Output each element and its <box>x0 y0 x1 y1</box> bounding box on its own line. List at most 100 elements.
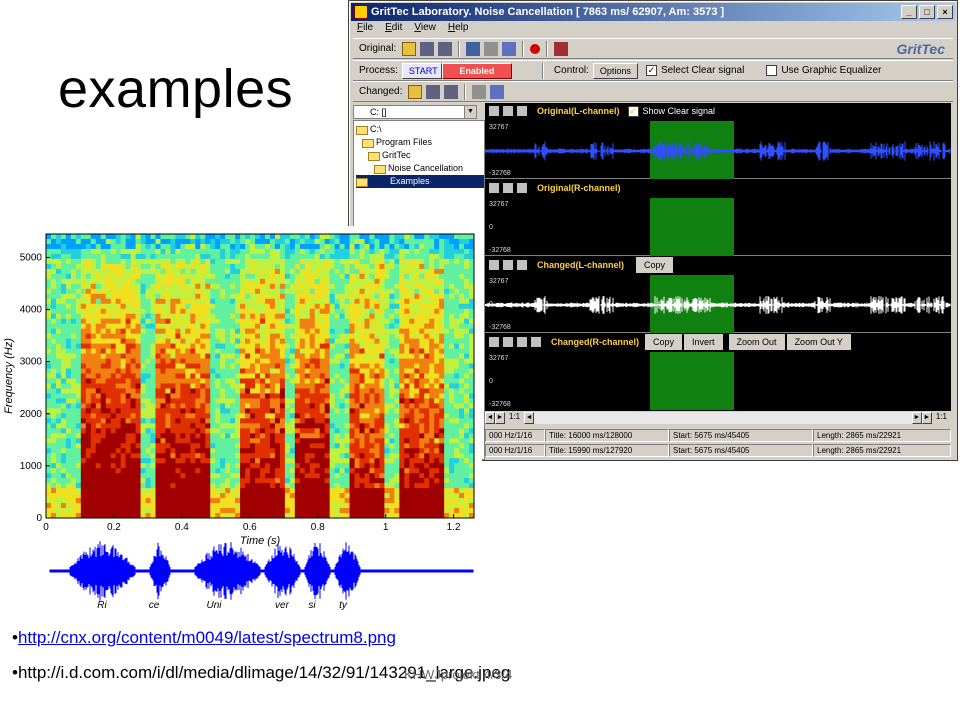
save-icon[interactable] <box>426 84 441 99</box>
speaker-icon[interactable] <box>489 183 499 193</box>
heatmap-cell <box>404 453 410 459</box>
heatmap-cell <box>459 498 465 504</box>
open-folder-icon[interactable] <box>408 84 423 99</box>
heatmap-cell <box>55 268 62 275</box>
scroll-right-button[interactable]: ► <box>911 412 922 424</box>
heatmap-cell <box>175 338 181 345</box>
heatmap-cell <box>389 298 395 305</box>
save-as-icon[interactable] <box>444 84 459 99</box>
invert-button[interactable]: Invert <box>684 334 723 350</box>
zoom-out-button[interactable]: Zoom Out <box>728 334 785 350</box>
enabled-button[interactable]: Enabled <box>441 62 512 79</box>
speaker-stereo-icon[interactable] <box>490 84 505 99</box>
heatmap-cell <box>195 268 201 275</box>
heatmap-cell <box>125 368 132 375</box>
heatmap-cell <box>190 393 196 399</box>
heatmap-cell <box>165 248 171 255</box>
heatmap-cell <box>165 338 171 345</box>
drive-select[interactable]: C: [] ▼ <box>353 105 477 119</box>
tree-item[interactable]: Noise Cancellation <box>374 162 463 175</box>
heatmap-cell <box>439 358 445 365</box>
heatmap-cell <box>245 308 251 315</box>
tree-item[interactable]: C:\ <box>356 123 382 136</box>
heatmap-cell <box>135 408 142 414</box>
window-titlebar[interactable]: GritTec Laboratory. Noise Cancellation [… <box>351 3 955 21</box>
heatmap-cell <box>185 393 191 399</box>
save-icon[interactable] <box>503 260 513 270</box>
heatmap-cell <box>464 363 470 370</box>
heatmap-cell <box>414 438 420 444</box>
speaker-stereo-icon[interactable] <box>517 106 527 116</box>
show-clear-checkbox[interactable]: ✓ <box>627 105 639 117</box>
speaker-icon[interactable] <box>489 106 499 116</box>
speaker-icon[interactable] <box>472 84 487 99</box>
heatmap-cell <box>235 458 241 464</box>
tree-item[interactable]: Program Files <box>362 136 432 149</box>
graphic-eq-checkbox[interactable] <box>766 65 778 76</box>
select-clear-checkbox[interactable]: ✓ <box>645 65 657 76</box>
horizontal-scrollbar[interactable] <box>534 412 912 424</box>
tree-item-selected[interactable]: Examples <box>356 175 484 188</box>
heatmap-cell <box>304 268 311 275</box>
heatmap-cell <box>369 383 375 389</box>
start-button[interactable]: START <box>401 62 442 79</box>
heatmap-cell <box>200 258 206 265</box>
heatmap-cell <box>369 448 375 454</box>
save-icon[interactable] <box>503 106 513 116</box>
save-icon[interactable] <box>420 41 435 56</box>
heatmap-cell <box>274 508 281 514</box>
open-folder-icon[interactable] <box>503 337 513 347</box>
save-icon[interactable] <box>517 337 527 347</box>
speaker-stereo-icon[interactable] <box>517 260 527 270</box>
close-button[interactable]: × <box>937 5 953 19</box>
split-icon[interactable] <box>466 41 481 56</box>
copy-button[interactable]: Copy <box>645 334 683 350</box>
speaker-icon[interactable] <box>484 41 499 56</box>
tree-item[interactable]: GritTec <box>368 149 411 162</box>
heatmap-cell <box>130 343 137 350</box>
menu-view[interactable]: View <box>414 22 436 38</box>
speaker-icon[interactable] <box>489 337 499 347</box>
save-icon[interactable] <box>503 183 513 193</box>
scroll-right-button[interactable]: ► <box>921 412 932 424</box>
heatmap-cell <box>384 243 390 250</box>
heatmap-cell <box>344 323 351 330</box>
record-icon[interactable] <box>530 43 541 54</box>
speaker-stereo-icon[interactable] <box>531 337 541 347</box>
copy-button[interactable]: Copy <box>636 257 674 273</box>
options-button[interactable]: Options <box>592 62 638 79</box>
heatmap-cell <box>85 318 92 325</box>
heatmap-cell <box>369 508 375 514</box>
zoom-out-y-button[interactable]: Zoom Out Y <box>786 334 851 350</box>
open-folder-icon[interactable] <box>402 41 417 56</box>
menu-edit[interactable]: Edit <box>385 22 402 38</box>
heatmap-cell <box>404 253 410 260</box>
minimize-button[interactable]: _ <box>901 5 917 19</box>
heatmap-cell <box>449 333 455 340</box>
heatmap-cell <box>210 348 216 355</box>
speaker-stereo-icon[interactable] <box>502 41 517 56</box>
heatmap-cell <box>175 498 181 504</box>
speaker-stereo-icon[interactable] <box>517 183 527 193</box>
scroll-right-button[interactable]: ► <box>495 412 505 424</box>
heatmap-cell <box>324 443 331 449</box>
heatmap-cell <box>60 403 67 409</box>
save-as-icon[interactable] <box>438 41 453 56</box>
scroll-left-button[interactable]: ◄ <box>524 412 535 424</box>
scroll-left-button[interactable]: ◄ <box>485 412 495 424</box>
heatmap-cell <box>240 253 246 260</box>
heatmap-cell <box>404 234 410 240</box>
heatmap-cell <box>250 338 256 345</box>
heatmap-cell <box>175 478 181 484</box>
heatmap-cell <box>120 433 127 439</box>
menu-file[interactable]: File <box>357 22 373 38</box>
heatmap-cell <box>195 418 201 424</box>
heatmap-cell <box>449 318 455 325</box>
heatmap-cell <box>155 358 161 365</box>
menu-help[interactable]: Help <box>448 22 469 38</box>
wizard-icon[interactable] <box>554 41 569 56</box>
chevron-down-icon[interactable]: ▼ <box>464 106 476 118</box>
heatmap-cell <box>389 428 395 434</box>
speaker-icon[interactable] <box>489 260 499 270</box>
maximize-button[interactable]: □ <box>919 5 935 19</box>
